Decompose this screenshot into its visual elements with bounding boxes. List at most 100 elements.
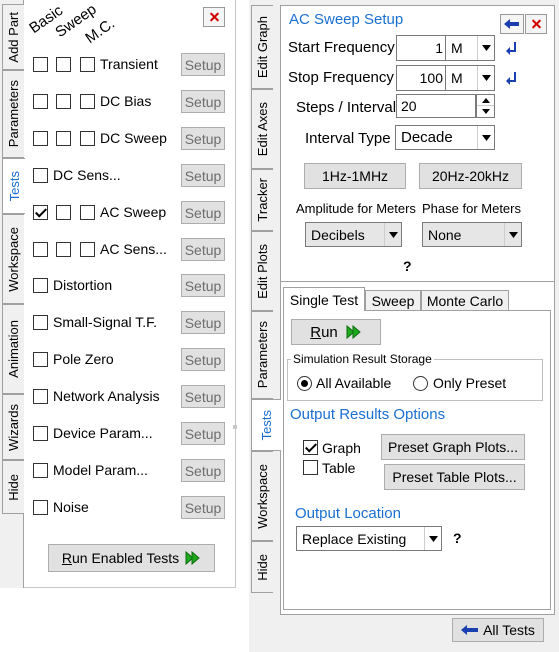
setup-button[interactable]: Setup	[181, 422, 225, 445]
test-row: Noise Setup	[0, 496, 236, 520]
mc-checkbox[interactable]	[80, 57, 95, 72]
phase-meters-label: Phase for Meters	[422, 201, 521, 216]
run-enabled-tests-button[interactable]: Run Enabled Tests	[48, 544, 215, 572]
output-location-select[interactable]: Replace Existing	[296, 526, 442, 551]
subtab-monte-carlo[interactable]: Monte Carlo	[421, 290, 509, 311]
enter-return-icon[interactable]	[506, 42, 518, 56]
preset-20hz-20khz-button[interactable]: 20Hz-20kHz	[419, 163, 522, 189]
setup-button[interactable]: Setup	[181, 385, 225, 408]
setup-button[interactable]: Setup	[181, 348, 225, 371]
graph-checkbox[interactable]	[303, 440, 318, 455]
table-checkbox[interactable]	[303, 460, 318, 475]
preset-graph-plots-button[interactable]: Preset Graph Plots...	[381, 434, 525, 460]
close-icon[interactable]	[203, 7, 225, 27]
basic-checkbox[interactable]	[33, 315, 48, 330]
spin-up-button[interactable]	[477, 95, 494, 106]
setup-button[interactable]: Setup	[181, 311, 225, 334]
chevron-down-icon	[424, 527, 441, 550]
test-label: Network Analysis	[53, 388, 160, 404]
amplitude-value: Decibels	[311, 226, 365, 243]
basic-checkbox[interactable]	[33, 463, 48, 478]
steps-interval-label: Steps / Interval	[296, 99, 397, 116]
subtab-single-test[interactable]: Single Test	[283, 287, 365, 311]
setup-button[interactable]: Setup	[181, 459, 225, 482]
test-row: Model Param... Setup	[0, 459, 236, 483]
radio-all-available[interactable]	[297, 376, 312, 391]
tab-edit-plots[interactable]: Edit Plots	[251, 231, 273, 311]
tab-label: Tracker	[255, 178, 270, 222]
sweep-checkbox[interactable]	[56, 57, 71, 72]
stop-frequency-input[interactable]: 100	[396, 65, 448, 91]
run-enabled-label: un Enabled Tests	[71, 550, 180, 566]
tab-workspace-right[interactable]: Workspace	[251, 451, 273, 541]
basic-checkbox[interactable]	[33, 57, 48, 72]
steps-interval-input[interactable]: 20	[396, 94, 476, 118]
setup-button[interactable]: Setup	[181, 274, 225, 297]
spinner-icon[interactable]	[476, 94, 495, 118]
basic-checkbox[interactable]	[33, 242, 48, 257]
basic-checkbox[interactable]	[33, 278, 48, 293]
setup-button[interactable]: Setup	[181, 201, 225, 224]
enter-return-icon[interactable]	[506, 72, 518, 86]
start-frequency-label: Start Frequency	[288, 39, 395, 56]
subtab-sweep[interactable]: Sweep	[365, 290, 421, 311]
setup-button[interactable]: Setup	[181, 127, 225, 150]
basic-checkbox[interactable]	[33, 500, 48, 515]
amplitude-select[interactable]: Decibels	[305, 222, 402, 247]
tab-edit-graph[interactable]: Edit Graph	[251, 5, 273, 89]
start-frequency-input[interactable]: 1	[396, 35, 448, 61]
setup-button[interactable]: Setup	[181, 496, 225, 519]
spin-down-button[interactable]	[477, 106, 494, 117]
help-button[interactable]: ?	[403, 258, 412, 274]
mc-checkbox[interactable]	[80, 94, 95, 109]
sweep-checkbox[interactable]	[56, 94, 71, 109]
mc-checkbox[interactable]	[80, 131, 95, 146]
preset-1hz-1mhz-button[interactable]: 1Hz-1MHz	[304, 163, 406, 189]
test-label: Small-Signal T.F.	[53, 314, 158, 330]
interval-type-select[interactable]: Decade	[395, 125, 495, 150]
tab-tests-right[interactable]: Tests	[251, 399, 281, 451]
tab-tracker[interactable]: Tracker	[251, 169, 273, 231]
preset-table-plots-button[interactable]: Preset Table Plots...	[384, 464, 525, 490]
basic-checkbox[interactable]	[33, 352, 48, 367]
graph-checkbox-label: Graph	[322, 440, 361, 456]
tab-hide-right[interactable]: Hide	[251, 541, 273, 593]
sweep-checkbox[interactable]	[56, 242, 71, 257]
stop-frequency-unit[interactable]: M	[445, 65, 495, 91]
setup-button[interactable]: Setup	[181, 90, 225, 113]
tab-label: Edit Axes	[255, 101, 270, 157]
output-location-help[interactable]: ?	[453, 530, 462, 546]
basic-checkbox[interactable]	[33, 168, 48, 183]
subtab-label: Monte Carlo	[426, 292, 504, 309]
sweep-checkbox[interactable]	[56, 205, 71, 220]
run-button[interactable]: Run	[291, 319, 381, 345]
tab-edit-axes[interactable]: Edit Axes	[251, 89, 273, 169]
test-row: DC Sens... Setup	[0, 164, 236, 188]
basic-checkbox[interactable]	[33, 389, 48, 404]
all-tests-button[interactable]: All Tests	[452, 618, 544, 642]
tab-parameters-right[interactable]: Parameters	[251, 311, 273, 399]
setup-button[interactable]: Setup	[181, 238, 225, 261]
phase-select[interactable]: None	[422, 222, 522, 247]
back-button[interactable]	[500, 14, 524, 34]
test-label: AC Sens...	[100, 241, 167, 257]
sweep-checkbox[interactable]	[56, 131, 71, 146]
basic-checkbox[interactable]	[33, 131, 48, 146]
start-frequency-unit[interactable]: M	[445, 35, 495, 61]
close-icon[interactable]	[525, 14, 547, 34]
test-label: DC Bias	[100, 93, 152, 109]
setup-button[interactable]: Setup	[181, 53, 225, 76]
tab-tests[interactable]: Tests	[2, 158, 25, 214]
basic-checkbox[interactable]	[33, 426, 48, 441]
test-row: Network Analysis Setup	[0, 385, 236, 409]
test-row: DC Bias Setup	[0, 90, 236, 114]
radio-only-preset[interactable]	[413, 376, 428, 391]
mc-checkbox[interactable]	[80, 205, 95, 220]
output-location-value: Replace Existing	[302, 530, 407, 547]
interval-type-label: Interval Type	[305, 130, 391, 147]
setup-button[interactable]: Setup	[181, 164, 225, 187]
basic-checkbox[interactable]	[33, 94, 48, 109]
basic-checkbox[interactable]	[33, 205, 48, 220]
right-setup-panel: Edit Graph Edit Axes Tracker Edit Plots …	[249, 0, 559, 652]
mc-checkbox[interactable]	[80, 242, 95, 257]
